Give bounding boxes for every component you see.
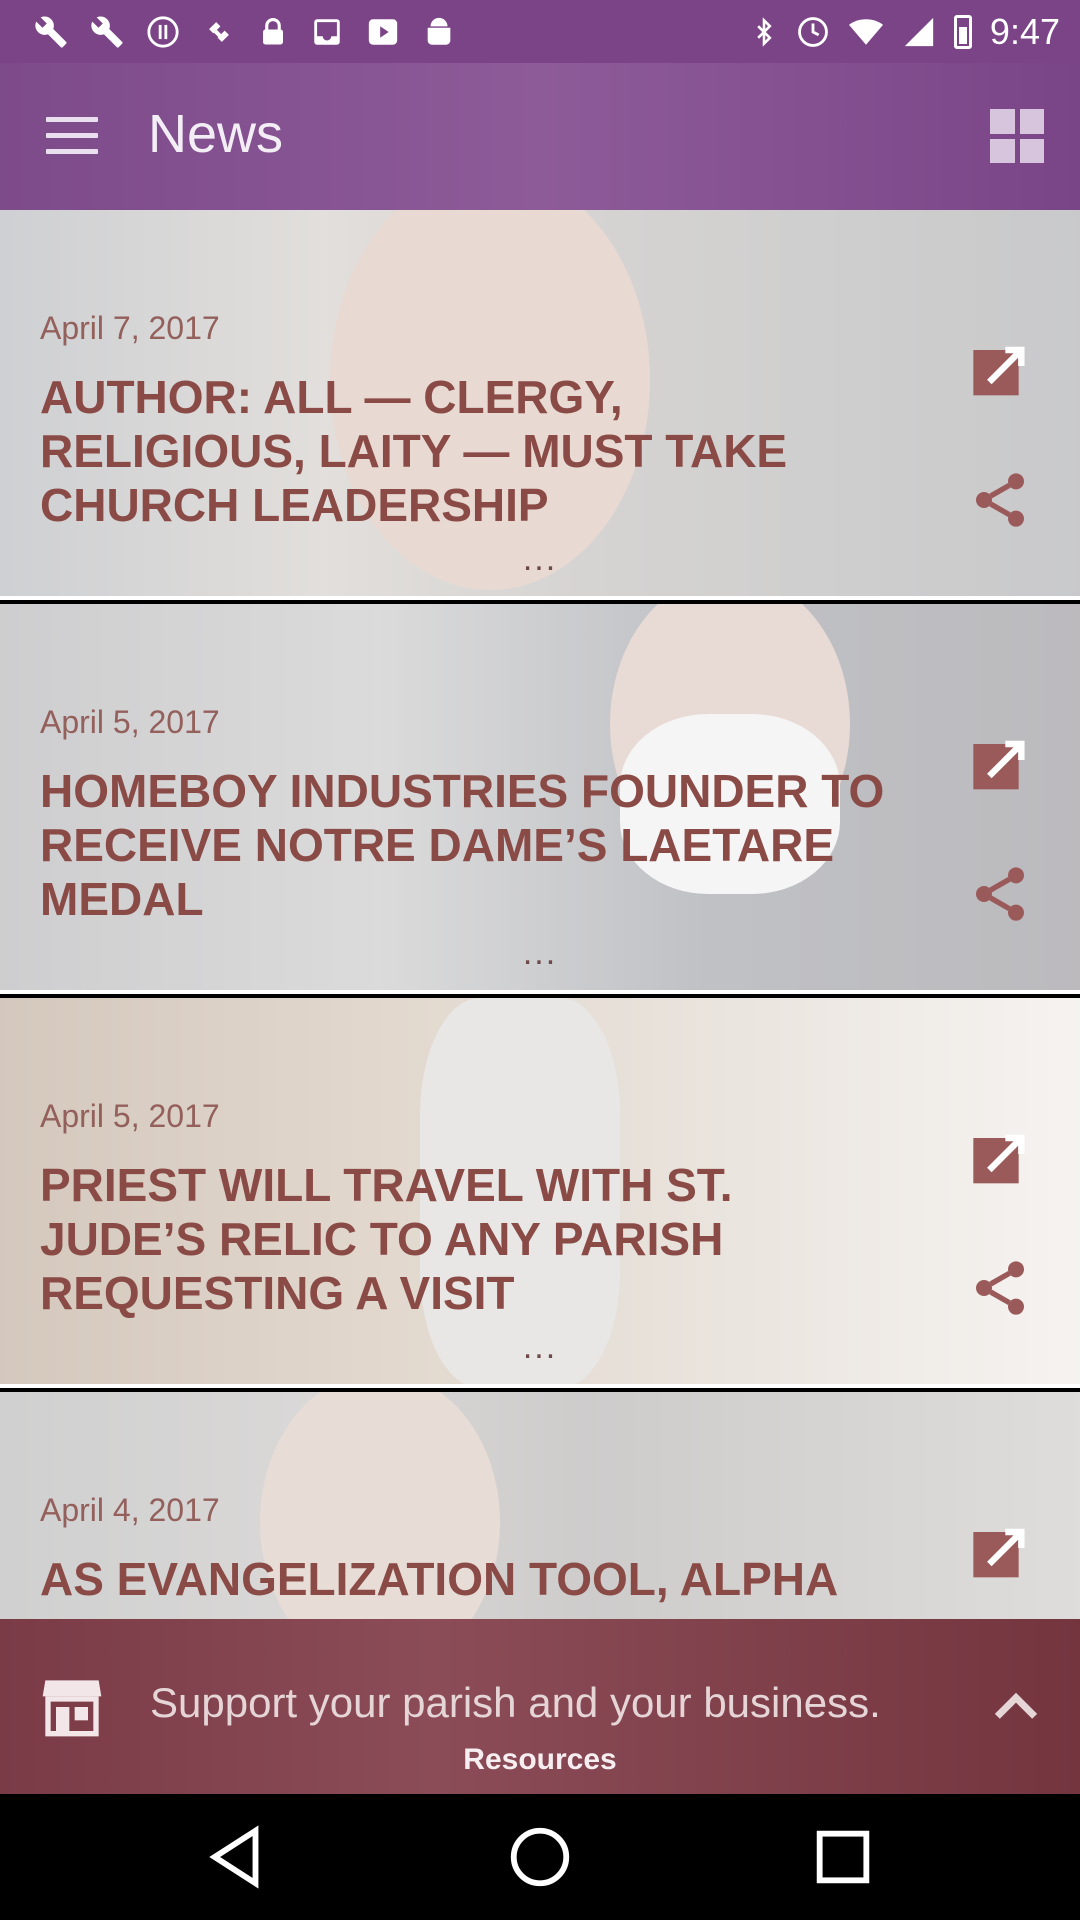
bluetooth-icon [757,16,772,47]
notification-icons [0,15,456,49]
external-link-icon[interactable] [968,342,1032,406]
status-bar: 9:47 [0,0,1080,63]
status-time: 9:47 [989,10,1060,52]
news-card[interactable]: April 4, 2017 AS EVANGELIZATION TOOL, AL… [0,1392,1080,1619]
fake-gps-icon [209,21,229,42]
battery-icon [953,14,972,49]
article-title[interactable]: AUTHOR: ALL — CLERGY, RELIGIOUS, LAITY —… [40,370,900,532]
clock-icon [798,16,828,47]
news-card[interactable]: April 5, 2017 HOMEBOY INDUSTRIES FOUNDER… [0,604,1080,994]
wrench-icon [35,16,67,48]
article-date: April 5, 2017 [40,704,220,740]
home-circle-icon[interactable] [505,1822,575,1892]
hamburger-menu-icon[interactable] [46,117,98,157]
alert-icon [147,15,179,48]
cell-signal-icon [904,17,934,46]
recents-square-icon[interactable] [808,1822,878,1892]
article-date: April 7, 2017 [40,310,220,346]
news-feed[interactable]: April 7, 2017 AUTHOR: ALL — CLERGY, RELI… [0,210,1080,1619]
chevron-up-icon[interactable] [988,1679,1044,1735]
article-title[interactable]: HOMEBOY INDUSTRIES FOUNDER TO RECEIVE NO… [40,764,900,926]
status-right: 9:47 [750,0,1060,63]
back-triangle-icon[interactable] [203,1822,273,1892]
article-title[interactable]: PRIEST WILL TRAVEL WITH ST. JUDE’S RELIC… [40,1158,900,1320]
play-icon [368,18,398,45]
grid-view-icon[interactable] [990,109,1044,163]
share-icon[interactable] [968,468,1032,532]
external-link-icon[interactable] [968,1524,1032,1588]
system-nav-bar [0,1794,1080,1920]
article-date: April 4, 2017 [40,1492,220,1528]
news-card[interactable]: April 5, 2017 PRIEST WILL TRAVEL WITH ST… [0,998,1080,1388]
resources-banner[interactable]: Support your parish and your business. R… [0,1619,1080,1794]
banner-text[interactable]: Support your parish and your business. [150,1679,881,1727]
store-icon[interactable] [38,1675,106,1739]
wrench-icon [91,16,123,48]
page-title: News [148,104,284,164]
android-icon [427,17,451,45]
article-date: April 5, 2017 [40,1098,220,1134]
share-icon[interactable] [968,862,1032,926]
inbox-icon [314,18,340,45]
article-more[interactable]: ... [0,934,1080,973]
lock-icon [263,17,283,44]
external-link-icon[interactable] [968,736,1032,800]
resources-label[interactable]: Resources [0,1743,1080,1777]
article-more[interactable]: ... [0,540,1080,579]
article-more[interactable]: ... [0,1328,1080,1367]
app-header: News [0,63,1080,210]
wifi-icon [848,18,883,45]
external-link-icon[interactable] [968,1130,1032,1194]
article-title[interactable]: AS EVANGELIZATION TOOL, ALPHA [40,1552,900,1606]
share-icon[interactable] [968,1256,1032,1320]
news-card[interactable]: April 7, 2017 AUTHOR: ALL — CLERGY, RELI… [0,210,1080,600]
